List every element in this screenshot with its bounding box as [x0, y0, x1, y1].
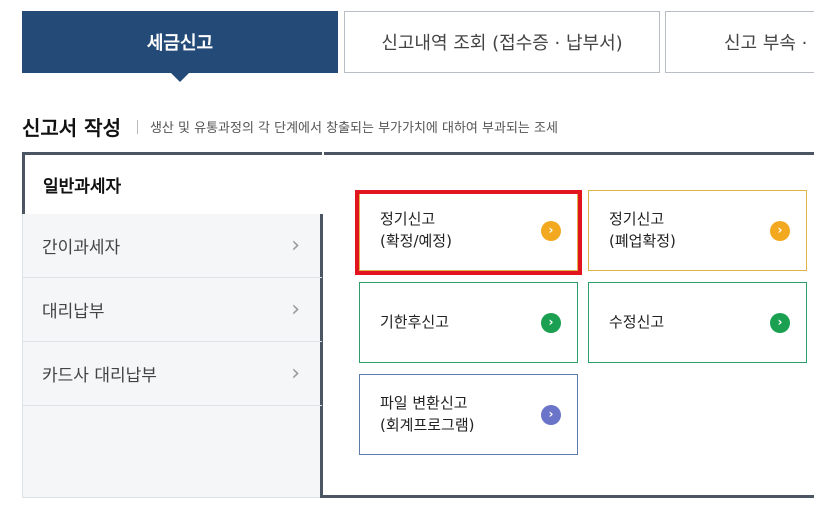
sidebar-item-proxy-payment[interactable]: 대리납부 › — [22, 278, 322, 342]
section-header: 신고서 작성 생산 및 유통과정의 각 단계에서 창출되는 부가가치에 대하여 … — [22, 112, 558, 141]
sidebar-item-label: 대리납부 — [42, 302, 105, 322]
filing-options-area: 정기신고 (확정/예정) › 정기신고 (폐업확정) › 기한후신고 › 수정신… — [320, 152, 814, 498]
chevron-right-icon: › — [291, 233, 300, 258]
card-label: 기한후신고 — [380, 312, 450, 331]
sidebar-item-card-proxy-payment[interactable]: 카드사 대리납부 › — [22, 342, 322, 406]
card-amended-filing[interactable]: 수정신고 › — [588, 282, 807, 363]
tab-filing-history[interactable]: 신고내역 조회 (접수증 · 납부서) — [344, 11, 660, 73]
chevron-right-icon: › — [770, 220, 790, 241]
top-tabs: 세금신고 신고내역 조회 (접수증 · 납부서) 신고 부속 · — [0, 0, 814, 90]
tab-tax-filing[interactable]: 세금신고 — [22, 11, 338, 73]
filing-panel: 정기신고 (확정/예정) › 정기신고 (폐업확정) › 기한후신고 › 수정신… — [22, 152, 814, 498]
chevron-right-icon: › — [770, 312, 790, 333]
sidebar: 간이과세자 › 대리납부 › 카드사 대리납부 › — [22, 214, 322, 406]
card-label: 파일 변환신고 (회계프로그램) — [380, 393, 475, 434]
card-label: 정기신고 (폐업확정) — [609, 209, 676, 250]
tab-filing-attachments[interactable]: 신고 부속 · — [665, 11, 814, 73]
card-label: 수정신고 — [609, 312, 665, 331]
card-file-conversion-filing[interactable]: 파일 변환신고 (회계프로그램) › — [359, 374, 578, 455]
card-late-filing[interactable]: 기한후신고 › — [359, 282, 578, 363]
chevron-right-icon: › — [541, 312, 561, 333]
page-title: 신고서 작성 — [22, 116, 121, 140]
sidebar-item-general-taxpayer[interactable]: 일반과세자 — [22, 152, 322, 214]
sidebar-item-label: 카드사 대리납부 — [42, 366, 157, 386]
selection-highlight — [355, 190, 582, 275]
chevron-right-icon: › — [541, 404, 561, 425]
sidebar-item-label: 간이과세자 — [42, 238, 121, 258]
sidebar-item-simplified-taxpayer[interactable]: 간이과세자 › — [22, 214, 322, 278]
chevron-right-icon: › — [291, 297, 300, 322]
card-regular-filing-closure[interactable]: 정기신고 (폐업확정) › — [588, 190, 807, 271]
title-divider — [136, 119, 138, 134]
section-description: 생산 및 유통과정의 각 단계에서 창출되는 부가가치에 대하여 부과되는 조세 — [149, 121, 558, 136]
chevron-right-icon: › — [291, 361, 300, 386]
